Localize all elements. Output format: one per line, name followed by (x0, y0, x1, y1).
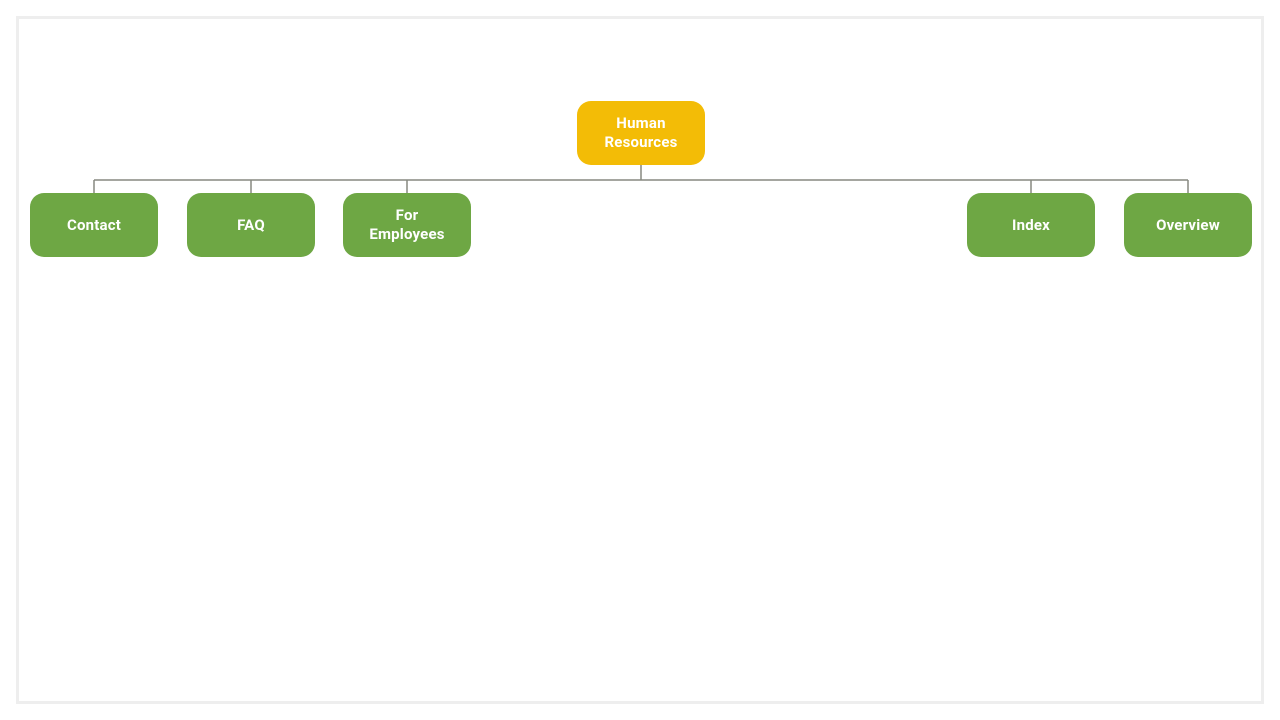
child-node-index[interactable]: Index (967, 193, 1095, 257)
diagram-frame: Human Resources Contact FAQ For Employee… (16, 16, 1264, 704)
child-node-for-employees[interactable]: For Employees (343, 193, 471, 257)
root-node-human-resources[interactable]: Human Resources (577, 101, 705, 165)
diagram-canvas: Human Resources Contact FAQ For Employee… (23, 23, 1257, 697)
child-label: For Employees (359, 206, 455, 244)
child-node-overview[interactable]: Overview (1124, 193, 1252, 257)
child-label: Contact (67, 216, 121, 235)
child-label: Overview (1156, 216, 1220, 235)
child-label: FAQ (237, 216, 265, 235)
root-label: Human Resources (593, 114, 689, 152)
child-node-contact[interactable]: Contact (30, 193, 158, 257)
child-node-faq[interactable]: FAQ (187, 193, 315, 257)
child-label: Index (1012, 216, 1050, 235)
